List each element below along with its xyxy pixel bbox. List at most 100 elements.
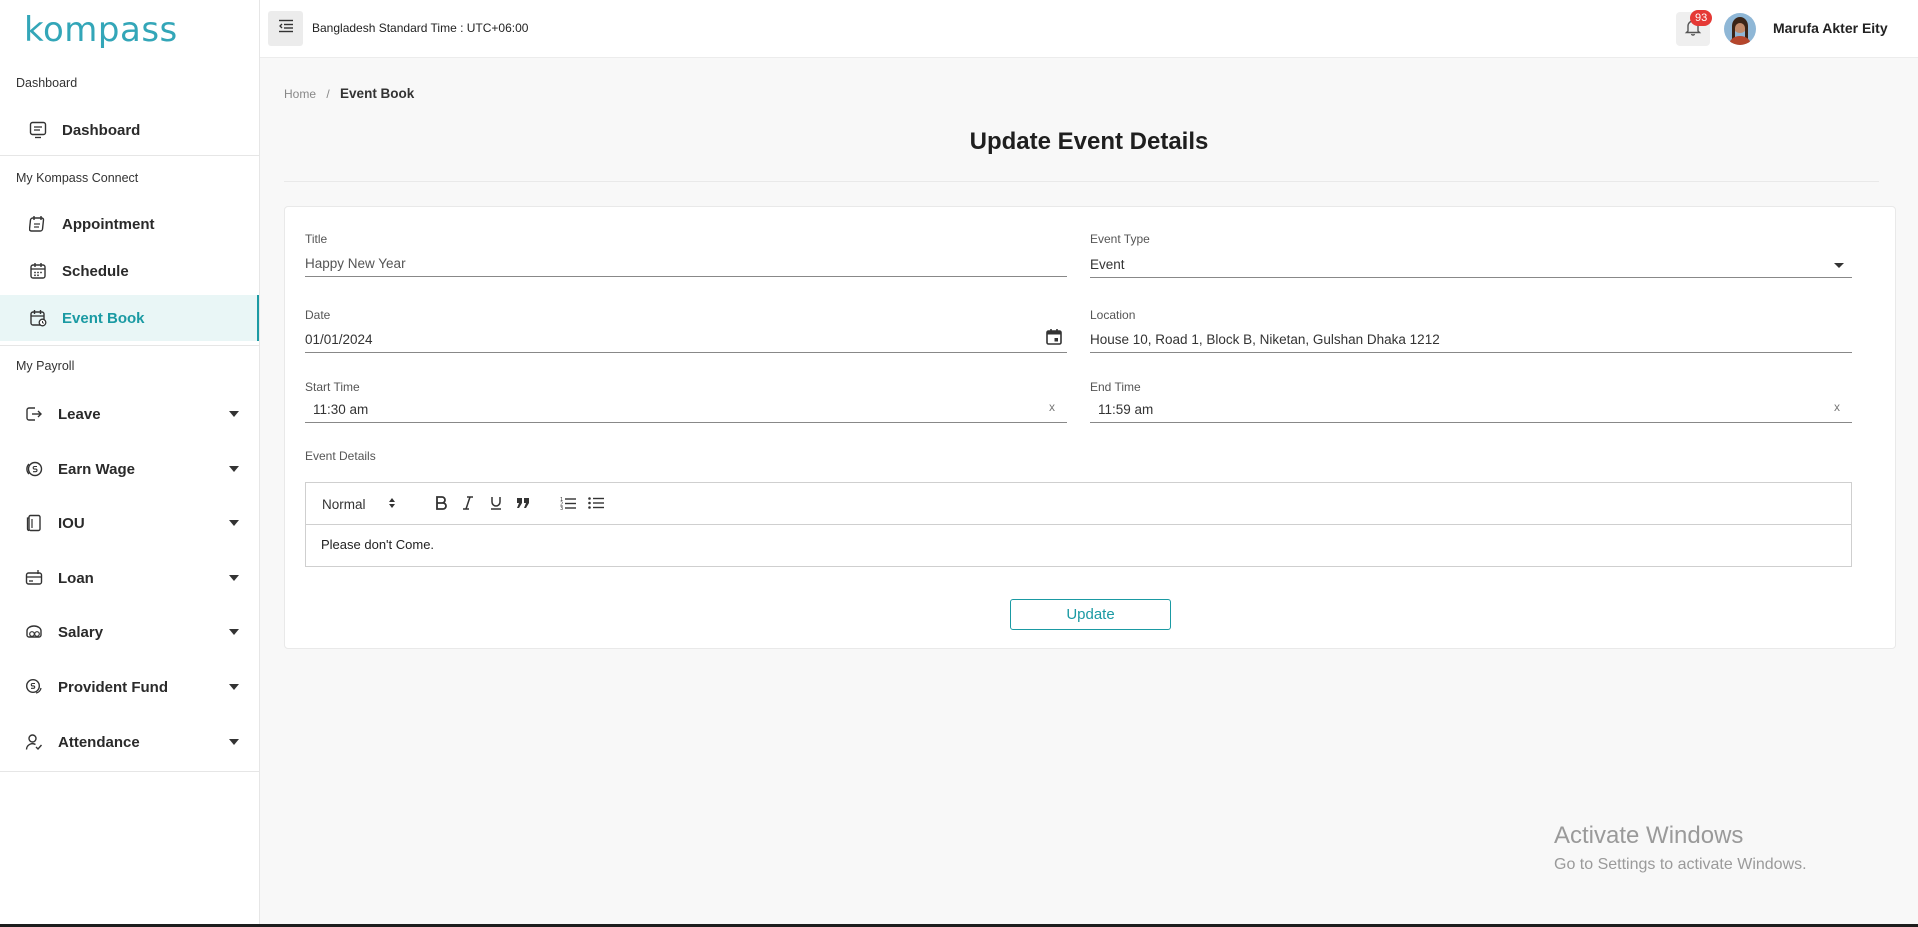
notification-count-badge: 93 (1690, 10, 1713, 26)
salary-icon (24, 622, 44, 642)
svg-text:3: 3 (560, 506, 563, 510)
sidebar-item-leave[interactable]: Leave (0, 391, 259, 437)
sidebar-item-event-book[interactable]: Event Book (0, 295, 259, 341)
sidebar-item-label: Attendance (58, 733, 140, 751)
date-field[interactable]: Date 01/01/2024 (305, 308, 1067, 353)
iou-icon (24, 513, 44, 533)
sidebar-item-label: Loan (58, 569, 94, 587)
ordered-list-button[interactable]: 123 (558, 493, 578, 515)
sidebar-item-label: Dashboard (62, 121, 141, 139)
user-avatar[interactable] (1724, 13, 1756, 45)
end-time-field[interactable]: End Time 11:59 am x (1090, 380, 1852, 423)
title-underline (305, 276, 1067, 277)
chevron-down-icon (229, 684, 239, 690)
event-details-editor[interactable]: Normal 123 Please don't Come. (305, 482, 1852, 567)
event-details-label-wrap: Event Details (305, 449, 376, 463)
sidebar-item-label: Leave (58, 405, 101, 423)
bullet-list-icon (588, 496, 604, 513)
watermark-subtitle: Go to Settings to activate Windows. (1554, 856, 1807, 873)
underline-button[interactable] (486, 493, 506, 515)
sidebar-item-schedule[interactable]: Schedule (0, 248, 259, 294)
location-label: Location (1090, 308, 1136, 322)
breadcrumb: Home / Event Book (284, 86, 414, 101)
chevron-down-icon (229, 575, 239, 581)
chevron-down-icon[interactable] (1834, 263, 1844, 268)
sidebar-item-salary[interactable]: Salary (0, 609, 259, 655)
end-time-label: End Time (1090, 380, 1141, 394)
italic-icon (462, 495, 474, 513)
leave-icon (24, 404, 44, 424)
sidebar-item-earn-wage[interactable]: Earn Wage (0, 446, 259, 492)
title-divider (284, 181, 1879, 182)
editor-content[interactable]: Please don't Come. (306, 525, 1851, 564)
user-name[interactable]: Marufa Akter Eity (1773, 20, 1888, 36)
chevron-down-icon (229, 520, 239, 526)
location-underline (1090, 352, 1852, 353)
sidebar-divider (0, 345, 259, 346)
chevron-down-icon (229, 466, 239, 472)
page-title: Update Event Details (969, 128, 1209, 155)
sidebar-divider (0, 771, 259, 772)
event-type-underline (1090, 277, 1852, 278)
title-label: Title (305, 232, 328, 246)
blockquote-button[interactable] (513, 493, 533, 515)
sidebar-item-label: Schedule (62, 262, 129, 280)
title-field[interactable]: Title Happy New Year (305, 232, 1067, 277)
bold-button[interactable] (431, 493, 451, 515)
event-form-card: Title Happy New Year Event Type Event Da… (284, 206, 1896, 649)
app-screen: kompass Dashboard Dashboard My Kompass C… (0, 0, 1918, 924)
top-bar: Bangladesh Standard Time : UTC+06:00 93 … (260, 0, 1918, 58)
end-time-input[interactable]: 11:59 am (1098, 402, 1153, 417)
sidebar-item-attendance[interactable]: Attendance (0, 719, 259, 765)
event-details-label: Event Details (305, 449, 376, 463)
sidebar-item-provident-fund[interactable]: Provident Fund (0, 664, 259, 710)
start-time-underline (305, 422, 1067, 423)
event-type-label: Event Type (1090, 232, 1150, 246)
sidebar-item-label: Earn Wage (58, 460, 135, 478)
timezone-label: Bangladesh Standard Time : UTC+06:00 (312, 21, 529, 35)
date-input[interactable]: 01/01/2024 (305, 332, 373, 347)
sidebar-item-iou[interactable]: IOU (0, 500, 259, 546)
section-dashboard-label: Dashboard (16, 76, 78, 90)
location-input[interactable]: House 10, Road 1, Block B, Niketan, Guls… (1090, 332, 1440, 347)
watermark-title: Activate Windows (1554, 822, 1744, 849)
event-type-select[interactable]: Event (1090, 257, 1125, 272)
start-time-field[interactable]: Start Time 11:30 am x (305, 380, 1067, 423)
chevron-down-icon (229, 739, 239, 745)
sidebar-item-dashboard[interactable]: Dashboard (0, 107, 259, 153)
sidebar-item-appointment[interactable]: Appointment (0, 201, 259, 247)
sidebar-item-loan[interactable]: Loan (0, 555, 259, 601)
clear-end-time-button[interactable]: x (1834, 400, 1840, 414)
calendar-picker-icon[interactable] (1045, 328, 1063, 351)
underline-icon (490, 496, 502, 513)
italic-button[interactable] (458, 493, 478, 515)
section-payroll-label: My Payroll (16, 359, 75, 373)
earn-wage-icon (24, 459, 44, 479)
clear-start-time-button[interactable]: x (1049, 400, 1055, 414)
format-select-value: Normal (322, 496, 366, 512)
event-type-field[interactable]: Event Type Event (1090, 232, 1852, 278)
sidebar-toggle-button[interactable] (268, 11, 303, 46)
update-button[interactable]: Update (1010, 599, 1171, 630)
ordered-list-icon: 123 (560, 496, 576, 513)
sidebar-item-label: Salary (58, 623, 104, 641)
breadcrumb-home-link[interactable]: Home (284, 87, 316, 101)
kompass-logo[interactable]: kompass (24, 10, 178, 50)
sort-arrows-icon (388, 496, 396, 513)
sidebar-divider (0, 155, 259, 156)
editor-toolbar: Normal 123 (306, 483, 1851, 525)
start-time-input[interactable]: 11:30 am (313, 402, 368, 417)
bullet-list-button[interactable] (586, 493, 606, 515)
format-select[interactable]: Normal (322, 493, 408, 515)
section-connect-label: My Kompass Connect (16, 171, 139, 185)
calendar-icon (28, 261, 48, 281)
title-input[interactable]: Happy New Year (305, 256, 406, 271)
location-field[interactable]: Location House 10, Road 1, Block B, Nike… (1090, 308, 1852, 353)
provident-fund-icon (24, 677, 44, 697)
quote-icon (516, 496, 530, 512)
breadcrumb-separator: / (326, 87, 330, 101)
date-label: Date (305, 308, 331, 322)
event-book-icon (28, 308, 48, 328)
attendance-icon (24, 732, 44, 752)
loan-icon (24, 568, 44, 588)
